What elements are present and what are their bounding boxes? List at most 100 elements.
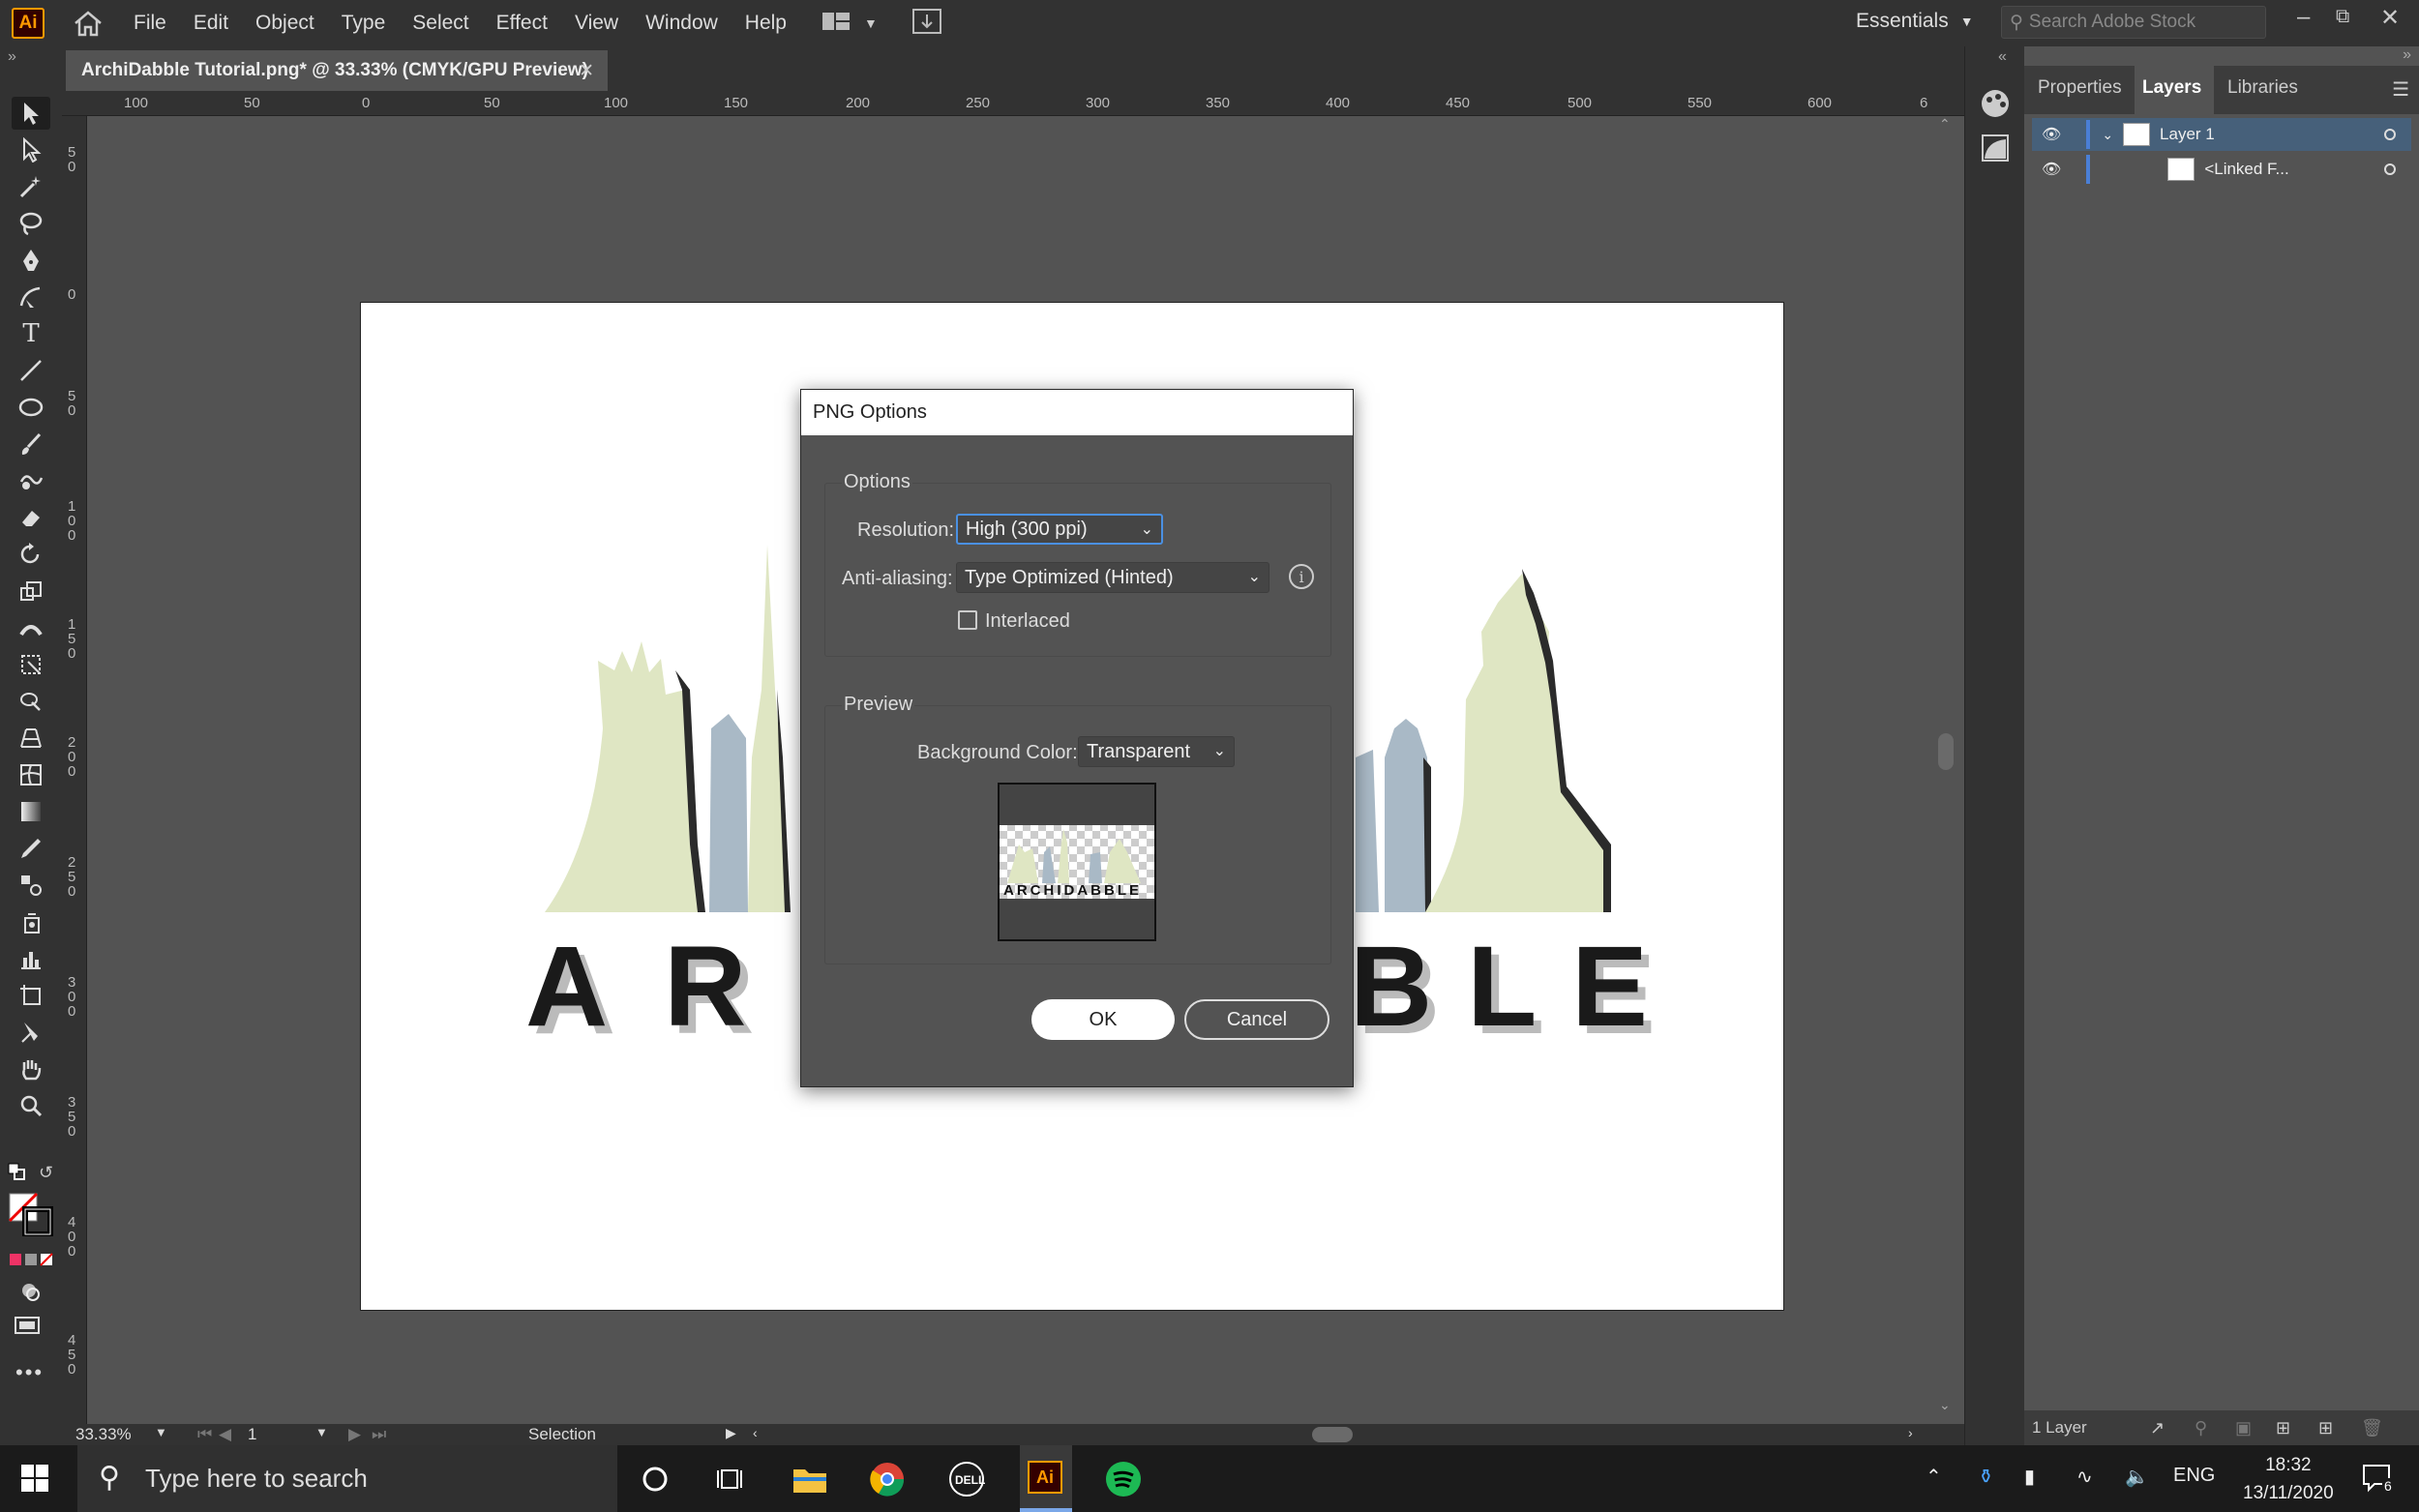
color-modes-icon[interactable]	[8, 1252, 56, 1272]
illustrator-taskbar-button[interactable]: Ai	[1020, 1445, 1072, 1512]
minimize-icon[interactable]: –	[2297, 4, 2310, 31]
export-icon[interactable]: ↗	[2150, 1418, 2165, 1438]
document-tab[interactable]: ArchiDabble Tutorial.png* @ 33.33% (CMYK…	[66, 50, 608, 91]
taskbar-search-input[interactable]: ⚲ Type here to search	[77, 1445, 617, 1512]
interlaced-checkbox[interactable]	[958, 610, 977, 630]
menu-edit[interactable]: Edit	[194, 12, 228, 35]
collapse-panel-icon[interactable]: »	[2403, 46, 2411, 64]
next-artboard-icon[interactable]: ▶	[348, 1425, 361, 1444]
stroke-panel-icon[interactable]	[1979, 132, 2012, 169]
direct-selection-tool-icon[interactable]	[12, 133, 50, 166]
resolution-select[interactable]: High (300 ppi) ⌄	[956, 514, 1163, 545]
horizontal-scroll-thumb[interactable]	[1312, 1427, 1353, 1442]
line-tool-icon[interactable]	[12, 354, 50, 387]
default-colors-icon[interactable]	[8, 1163, 27, 1187]
arrange-documents-icon[interactable]	[821, 11, 851, 37]
target-icon[interactable]	[2384, 129, 2396, 140]
search-stock-input[interactable]: ⚲ Search Adobe Stock	[2001, 6, 2266, 39]
notifications-icon[interactable]: 6	[2361, 1461, 2394, 1498]
collapse-panels-icon[interactable]: «	[1998, 48, 2007, 66]
ok-button[interactable]: OK	[1031, 999, 1175, 1040]
clock[interactable]: 18:32 13/11/2020	[2243, 1451, 2334, 1507]
layer-row[interactable]: 👁 ⌄ Layer 1	[2032, 118, 2411, 151]
menu-file[interactable]: File	[134, 12, 166, 35]
magic-wand-tool-icon[interactable]	[12, 170, 50, 203]
column-graph-tool-icon[interactable]	[12, 942, 50, 975]
search-icon[interactable]: ⚲	[2195, 1418, 2207, 1438]
menu-effect[interactable]: Effect	[496, 12, 548, 35]
color-guide-icon[interactable]	[1979, 87, 2012, 125]
windows-start-icon[interactable]	[21, 1465, 50, 1498]
free-transform-tool-icon[interactable]	[12, 648, 50, 681]
workspace-switcher[interactable]: Essentials ▼	[1856, 10, 1974, 33]
menu-select[interactable]: Select	[412, 12, 468, 35]
tab-properties[interactable]: Properties	[2038, 77, 2122, 99]
close-tab-icon[interactable]: ✕	[579, 60, 594, 82]
menu-view[interactable]: View	[575, 12, 618, 35]
home-icon[interactable]	[72, 9, 105, 38]
close-icon[interactable]: ✕	[2380, 4, 2400, 32]
tab-layers[interactable]: Layers	[2142, 77, 2201, 99]
shape-builder-tool-icon[interactable]	[12, 685, 50, 718]
rotate-tool-icon[interactable]	[12, 538, 50, 571]
first-artboard-icon[interactable]: ⏮	[197, 1425, 212, 1444]
fill-stroke-swatch[interactable]	[8, 1192, 54, 1241]
last-artboard-icon[interactable]: ⏭	[372, 1425, 386, 1444]
info-icon[interactable]: i	[1289, 564, 1314, 589]
gpu-performance-icon[interactable]	[911, 8, 941, 39]
wifi-icon[interactable]: ∿	[2076, 1465, 2093, 1489]
new-layer-icon[interactable]: ⊞	[2318, 1418, 2333, 1438]
tab-libraries[interactable]: Libraries	[2227, 77, 2298, 99]
panel-menu-icon[interactable]: ☰	[2392, 77, 2409, 102]
pen-tool-icon[interactable]	[12, 244, 50, 277]
zoom-tool-icon[interactable]	[12, 1089, 50, 1122]
gradient-tool-icon[interactable]	[12, 795, 50, 828]
chevron-down-icon[interactable]: ⌄	[2102, 127, 2113, 143]
hand-tool-icon[interactable]	[12, 1052, 50, 1085]
eyedropper-tool-icon[interactable]	[12, 832, 50, 865]
ellipse-tool-icon[interactable]	[12, 391, 50, 424]
shaper-tool-icon[interactable]	[12, 464, 50, 497]
menu-type[interactable]: Type	[342, 12, 386, 35]
chevron-down-icon[interactable]: ▼	[864, 15, 878, 31]
new-sublayer-icon[interactable]: ⊞	[2276, 1418, 2290, 1438]
layer-row[interactable]: 👁 <Linked F...	[2032, 153, 2411, 186]
volume-icon[interactable]: 🔈	[2125, 1465, 2149, 1489]
slice-tool-icon[interactable]	[12, 1016, 50, 1049]
spotify-icon[interactable]	[1103, 1459, 1144, 1499]
perspective-grid-tool-icon[interactable]	[12, 722, 50, 755]
scroll-right-icon[interactable]: ›	[1908, 1425, 1913, 1440]
scale-tool-icon[interactable]	[12, 575, 50, 608]
cancel-button[interactable]: Cancel	[1184, 999, 1329, 1040]
status-menu-icon[interactable]: ▶	[726, 1425, 736, 1441]
symbol-sprayer-tool-icon[interactable]	[12, 905, 50, 938]
chevron-down-icon[interactable]: ▼	[315, 1425, 328, 1439]
background-color-select[interactable]: Transparent ⌄	[1078, 736, 1235, 767]
dell-icon[interactable]: DELL	[946, 1459, 987, 1499]
screen-mode-icon[interactable]	[14, 1314, 43, 1342]
cortana-icon[interactable]	[635, 1459, 675, 1499]
scroll-thumb[interactable]	[1938, 733, 1954, 770]
swap-colors-icon[interactable]: ↺	[39, 1163, 53, 1183]
restore-icon[interactable]: ⧉	[2336, 6, 2349, 28]
lasso-tool-icon[interactable]	[12, 207, 50, 240]
mesh-tool-icon[interactable]	[12, 758, 50, 791]
paintbrush-tool-icon[interactable]	[12, 428, 50, 460]
task-view-icon[interactable]	[710, 1459, 751, 1499]
file-explorer-icon[interactable]	[790, 1459, 830, 1499]
menu-help[interactable]: Help	[745, 12, 787, 35]
bluetooth-icon[interactable]: ⚱	[1978, 1465, 1994, 1489]
eye-icon[interactable]: 👁	[2042, 160, 2061, 179]
layer-name[interactable]: <Linked F...	[2204, 160, 2288, 179]
draw-mode-icon[interactable]	[17, 1279, 41, 1307]
zoom-level[interactable]: 33.33%	[75, 1425, 132, 1444]
show-hidden-icons[interactable]: ⌃	[1926, 1465, 1942, 1489]
antialias-select[interactable]: Type Optimized (Hinted) ⌄	[956, 562, 1269, 593]
previous-artboard-icon[interactable]: ◀	[219, 1425, 231, 1444]
language-indicator[interactable]: ENG	[2173, 1465, 2215, 1487]
blend-tool-icon[interactable]	[12, 869, 50, 902]
chrome-icon[interactable]	[867, 1459, 908, 1499]
scroll-up-icon[interactable]: ⌃	[1939, 116, 1951, 133]
menu-object[interactable]: Object	[255, 12, 314, 35]
eraser-tool-icon[interactable]	[12, 501, 50, 534]
